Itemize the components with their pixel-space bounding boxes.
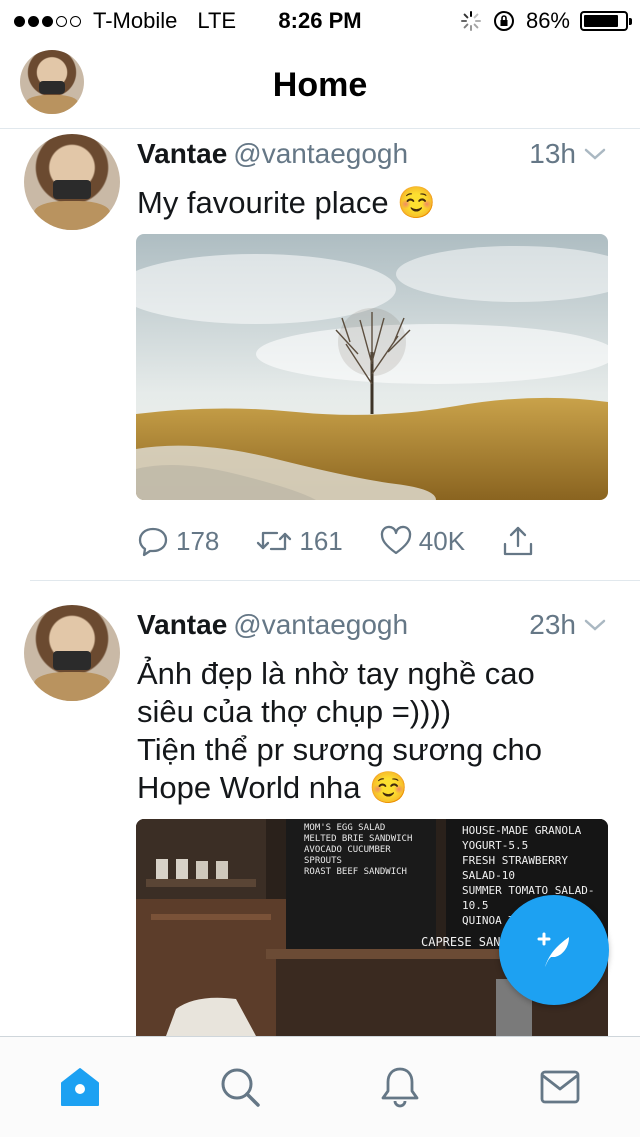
menu-item: ROAST BEEF SANDWICH [304, 867, 407, 877]
retweet-count: 161 [299, 525, 343, 556]
menu-item: FRESH STRAWBERRY SALAD-10 [462, 854, 568, 882]
share-icon [503, 526, 533, 556]
reply-icon [138, 527, 168, 557]
home-icon[interactable] [58, 1065, 102, 1109]
menu-item: MELTED BRIE SANDWICH [304, 834, 413, 844]
menu-item: YOGURT-5.5 [462, 839, 529, 852]
top-nav-bar: Home [0, 40, 640, 129]
messages-icon[interactable] [538, 1065, 582, 1109]
tweet-text: Ảnh đẹp là nhờ tay nghề cao siêu của thợ… [137, 655, 597, 807]
compose-tweet-icon [537, 932, 569, 967]
tweet-timestamp: 13h [529, 138, 576, 169]
tweet-author[interactable]: Vantae @vantaegogh [137, 138, 408, 170]
compose-tweet-button[interactable] [499, 895, 609, 1005]
orientation-lock-icon [493, 11, 514, 31]
tweet-text-line: Tiện thể pr sương sương cho [137, 732, 542, 767]
activity-spinner-icon [460, 11, 481, 31]
tweet-photo[interactable] [136, 234, 608, 500]
status-right: 86% [460, 8, 632, 34]
tweet-author-avatar[interactable] [24, 605, 120, 701]
tweet-text: My favourite place ☺️ [137, 185, 436, 220]
landscape-photo [136, 234, 608, 500]
menu-item: HOUSE-MADE GRANOLA [462, 824, 582, 837]
like-count: 40K [418, 525, 466, 556]
menu-item: MOM'S EGG SALAD [304, 823, 386, 833]
menu-item: AVOCADO CUCUMBER SPROUTS [304, 845, 391, 866]
avatar-shirt [33, 201, 111, 230]
battery-percent: 86% [525, 8, 570, 33]
reply-count: 178 [176, 525, 220, 556]
battery-icon [580, 11, 632, 31]
retweet-icon [257, 531, 292, 551]
menu-board-left: MOM'S EGG SALAD MELTED BRIE SANDWICH AVO… [304, 823, 424, 878]
tweet-text-line: Hope World nha ☺️ [137, 770, 408, 805]
tweet-actions: 178 161 40K [136, 524, 571, 558]
tweet-text-line: siêu của thợ chụp =)))) [137, 694, 452, 729]
notifications-icon[interactable] [378, 1065, 422, 1109]
tweet-timestamp: 23h [529, 609, 576, 640]
status-bar: T-Mobile LTE 8:26 PM 86% [0, 0, 640, 40]
like-icon [380, 525, 411, 555]
search-icon[interactable] [218, 1065, 262, 1109]
tweet-author-name[interactable]: Vantae [137, 138, 227, 169]
bottom-tab-bar [0, 1036, 640, 1137]
tweet-meta: 23h [529, 609, 608, 641]
share-button[interactable] [501, 524, 535, 558]
chevron-down-icon[interactable] [582, 612, 608, 638]
avatar-camera [52, 180, 92, 200]
tweet-author-avatar[interactable] [24, 134, 120, 230]
tweet-meta: 13h [529, 138, 608, 170]
reply-button[interactable]: 178 [136, 524, 219, 558]
tweet-author-handle[interactable]: @vantaegogh [233, 138, 408, 169]
tweet-text-line: Ảnh đẹp là nhờ tay nghề cao [137, 656, 535, 691]
chevron-down-icon[interactable] [582, 141, 608, 167]
tweet-author-name[interactable]: Vantae [137, 609, 227, 640]
tweet-card[interactable]: Vantae @vantaegogh 13h My favourite place… [0, 128, 640, 580]
avatar-camera [52, 651, 92, 671]
tweet-author-handle[interactable]: @vantaegogh [233, 609, 408, 640]
avatar-shirt [33, 672, 111, 701]
like-button[interactable]: 40K [379, 524, 465, 558]
page-title: Home [272, 66, 368, 104]
tweet-author[interactable]: Vantae @vantaegogh [137, 609, 408, 641]
retweet-button[interactable]: 161 [255, 524, 343, 558]
battery-fill [584, 15, 619, 27]
